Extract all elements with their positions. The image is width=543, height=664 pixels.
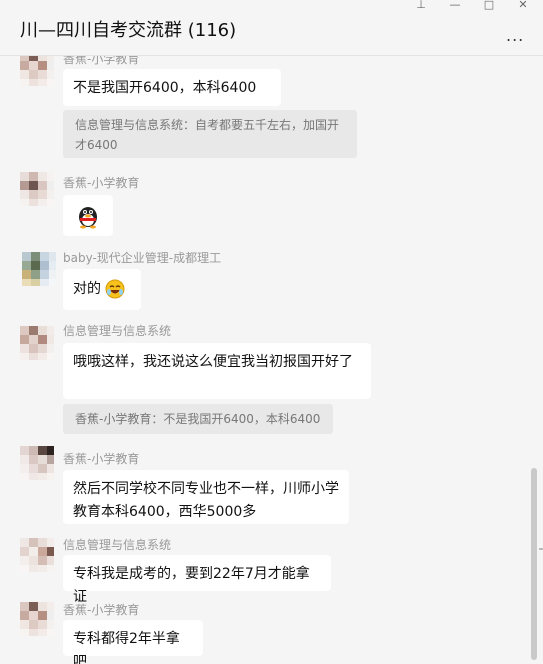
sender-name: 香蕉-小学教育 <box>63 56 140 66</box>
avatar[interactable] <box>20 446 54 480</box>
sender-name: 信息管理与信息系统 <box>63 324 172 338</box>
sender-name: 信息管理与信息系统 <box>63 538 172 552</box>
quoted-message[interactable]: 信息管理与信息系统：自考都要五千左右，加国开才6400 <box>63 110 357 158</box>
avatar[interactable] <box>22 252 56 286</box>
message-bubble[interactable]: 对的 <box>63 269 141 310</box>
qq-penguin-icon <box>79 207 97 229</box>
message-list[interactable]: 香蕉-小学教育 不是我国开6400，本科6400 信息管理与信息系统：自考都要五… <box>0 56 543 664</box>
more-options-icon[interactable]: ... <box>506 26 524 45</box>
avatar[interactable] <box>20 538 54 572</box>
avatar[interactable] <box>20 172 54 206</box>
laughing-face-icon <box>105 279 125 299</box>
divider <box>539 548 543 550</box>
sticker-bubble[interactable] <box>63 195 113 236</box>
pin-button[interactable]: ⊥ <box>412 0 430 12</box>
minimize-button[interactable]: — <box>446 0 464 12</box>
chat-header: 川—四川自考交流群 (116) ⊥ — □ ✕ ... <box>0 0 543 56</box>
message-bubble[interactable]: 哦哦这样，我还说这么便宜我当初报国开好了 <box>63 343 371 399</box>
scrollbar[interactable] <box>531 468 537 660</box>
sender-name: baby-现代企业管理-成都理工 <box>63 251 222 265</box>
message-bubble[interactable]: 专科我是成考的，要到22年7月才能拿证 <box>63 555 331 605</box>
close-button[interactable]: ✕ <box>514 0 532 12</box>
quoted-message[interactable]: 香蕉-小学教育：不是我国开6400，本科6400 <box>63 404 333 434</box>
sender-name: 香蕉-小学教育 <box>63 176 140 190</box>
sender-name: 香蕉-小学教育 <box>63 603 140 617</box>
avatar[interactable] <box>20 56 54 86</box>
message-bubble[interactable]: 不是我国开6400，本科6400 <box>63 69 281 106</box>
message-bubble[interactable]: 专科都得2年半拿吧 <box>63 620 203 664</box>
message-text: 对的 <box>73 281 101 297</box>
avatar[interactable] <box>20 602 54 636</box>
avatar[interactable] <box>20 326 54 360</box>
message-bubble[interactable]: 然后不同学校不同专业也不一样，川师小学教育本科6400，西华5000多 <box>63 470 349 524</box>
maximize-button[interactable]: □ <box>480 0 498 12</box>
sender-name: 香蕉-小学教育 <box>63 452 140 466</box>
chat-title: 川—四川自考交流群 (116) <box>20 20 237 41</box>
